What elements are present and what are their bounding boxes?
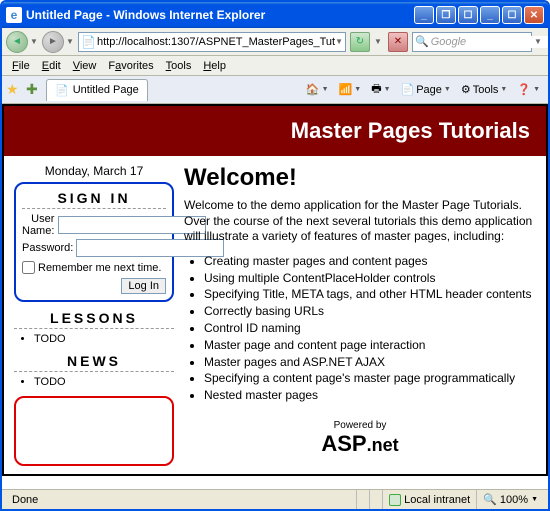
security-zone[interactable]: Local intranet <box>382 490 476 509</box>
address-dropdown[interactable]: ▼ <box>335 37 343 46</box>
tab-title: Untitled Page <box>73 84 139 96</box>
titlebar: e Untitled Page - Windows Internet Explo… <box>2 2 548 28</box>
tab-toolbar: ★ ✚ 📄 Untitled Page 🏠▼ 📶▼ 🖶▼ 📄 Page ▼ ⚙ … <box>2 76 548 104</box>
banner: Master Pages Tutorials <box>4 106 546 156</box>
signin-heading: SIGN IN <box>22 190 166 209</box>
lessons-item: TODO <box>34 333 174 345</box>
print-button[interactable]: 🖶▼ <box>367 80 394 100</box>
menu-tools[interactable]: Tools <box>160 58 198 74</box>
maximize2-button[interactable]: ☐ <box>502 6 522 24</box>
browser-window: e Untitled Page - Windows Internet Explo… <box>0 0 550 511</box>
username-row: User Name: <box>22 213 166 237</box>
add-favorites-icon[interactable]: ✚ <box>26 81 44 99</box>
left-column: Monday, March 17 SIGN IN User Name: Pass… <box>14 164 174 466</box>
help-button[interactable]: ❓▼ <box>513 80 544 100</box>
remember-checkbox[interactable] <box>22 261 35 274</box>
username-label: User Name: <box>22 213 58 237</box>
refresh-button[interactable]: ↻ <box>350 32 370 52</box>
password-row: Password: <box>22 239 166 257</box>
remember-row: Remember me next time. <box>22 261 166 274</box>
zone-icon <box>389 494 401 506</box>
list-item: Specifying a content page's master page … <box>204 370 536 387</box>
toolbar-right: 🏠▼ 📶▼ 🖶▼ 📄 Page ▼ ⚙ Tools ▼ ❓▼ <box>302 80 544 100</box>
list-item: Master pages and ASP.NET AJAX <box>204 354 536 371</box>
stop-button[interactable]: ✕ <box>388 32 408 52</box>
menu-edit[interactable]: Edit <box>36 58 67 74</box>
tab-page-icon: 📄 <box>55 84 69 97</box>
minimize-button[interactable]: _ <box>414 6 434 24</box>
tools-menu-button[interactable]: ⚙ Tools ▼ <box>457 80 512 100</box>
aspnet-logo: ASP.net <box>184 431 536 457</box>
back-button[interactable]: ◄ <box>6 31 28 53</box>
banner-title: Master Pages Tutorials <box>291 118 530 143</box>
zoom-control[interactable]: 🔍 100% ▼ <box>476 490 544 509</box>
news-section: NEWS TODO <box>14 353 174 388</box>
content-area: Master Pages Tutorials Monday, March 17 … <box>2 104 548 489</box>
search-dropdown[interactable]: ▼ <box>534 37 544 46</box>
restore-button[interactable]: ❐ <box>436 6 456 24</box>
list-item: Master page and content page interaction <box>204 337 536 354</box>
status-text: Done <box>6 490 356 509</box>
search-icon: 🔍 <box>415 35 429 48</box>
list-item: Correctly basing URLs <box>204 303 536 320</box>
list-item: Creating master pages and content pages <box>204 253 536 270</box>
news-heading: NEWS <box>14 353 174 372</box>
window-buttons: _ ❐ ☐ _ ☐ ✕ <box>414 6 544 24</box>
main-column: Welcome! Welcome to the demo application… <box>184 164 536 466</box>
remember-label: Remember me next time. <box>38 262 161 274</box>
lessons-heading: LESSONS <box>14 310 174 329</box>
page-outer: Master Pages Tutorials Monday, March 17 … <box>2 104 548 476</box>
lessons-section: LESSONS TODO <box>14 310 174 345</box>
password-label: Password: <box>22 242 76 254</box>
list-item: Nested master pages <box>204 387 536 404</box>
search-input[interactable] <box>431 36 550 48</box>
browser-tab[interactable]: 📄 Untitled Page <box>46 79 148 101</box>
home-button[interactable]: 🏠▼ <box>302 80 333 100</box>
list-item: Specifying Title, META tags, and other H… <box>204 286 536 303</box>
menu-view[interactable]: View <box>67 58 103 74</box>
date-label: Monday, March 17 <box>14 164 174 178</box>
feeds-button[interactable]: 📶▼ <box>335 80 366 100</box>
feature-list: Creating master pages and content pages … <box>204 253 536 404</box>
forward-history-dropdown[interactable]: ▼ <box>66 37 76 46</box>
login-button[interactable]: Log In <box>121 278 166 294</box>
menu-favorites[interactable]: Favorites <box>102 58 159 74</box>
intro-text: Welcome to the demo application for the … <box>184 198 536 245</box>
menu-bar: File Edit View Favorites Tools Help <box>2 56 548 76</box>
menu-help[interactable]: Help <box>197 58 232 74</box>
powered-by: Powered by ASP.net <box>184 420 536 457</box>
refresh-dropdown[interactable]: ▼ <box>374 37 384 46</box>
forward-button[interactable]: ► <box>42 31 64 53</box>
list-item: Using multiple ContentPlaceHolder contro… <box>204 270 536 287</box>
signin-box: SIGN IN User Name: Password: Remember me… <box>14 182 174 302</box>
news-item: TODO <box>34 376 174 388</box>
navigation-bar: ◄ ▼ ► ▼ 📄 ▼ ↻ ▼ ✕ 🔍 ▼ <box>2 28 548 56</box>
address-bar[interactable]: 📄 ▼ <box>78 32 346 52</box>
window-title: Untitled Page - Windows Internet Explore… <box>26 8 414 22</box>
search-box[interactable]: 🔍 <box>412 32 532 52</box>
powered-by-label: Powered by <box>184 420 536 431</box>
back-history-dropdown[interactable]: ▼ <box>30 37 40 46</box>
ie-icon: e <box>6 7 22 23</box>
page-body: Monday, March 17 SIGN IN User Name: Pass… <box>4 156 546 474</box>
status-blank2 <box>369 490 382 509</box>
page-menu-button[interactable]: 📄 Page ▼ <box>397 80 455 100</box>
page-heading: Welcome! <box>184 164 536 192</box>
minimize2-button[interactable]: _ <box>480 6 500 24</box>
maximize-button[interactable]: ☐ <box>458 6 478 24</box>
status-bar: Done Local intranet 🔍 100% ▼ <box>2 489 548 509</box>
url-input[interactable] <box>97 34 335 50</box>
menu-file[interactable]: File <box>6 58 36 74</box>
page-icon: 📄 <box>81 35 95 49</box>
close-button[interactable]: ✕ <box>524 6 544 24</box>
list-item: Control ID naming <box>204 320 536 337</box>
favorites-star-icon[interactable]: ★ <box>6 81 24 99</box>
red-highlight-box <box>14 396 174 466</box>
status-blank1 <box>356 490 369 509</box>
